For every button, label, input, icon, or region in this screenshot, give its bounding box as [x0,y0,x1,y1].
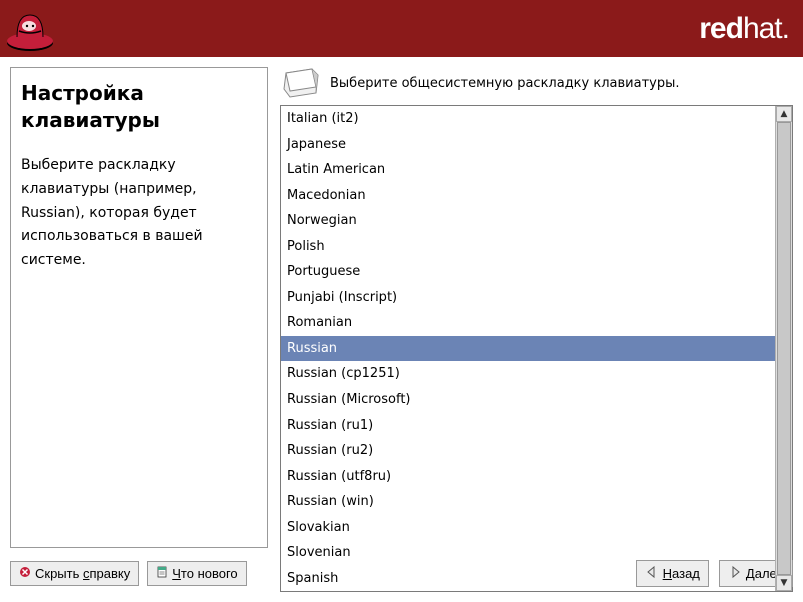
list-item[interactable]: Japanese [281,132,775,158]
arrow-left-icon [645,565,659,582]
redhat-logo-icon [0,0,60,57]
list-item[interactable]: Russian [281,336,775,362]
arrow-right-icon [728,565,742,582]
keyboard-key-icon [282,67,320,99]
right-panel: Выберите общесистемную раскладку клавиат… [280,67,793,548]
close-icon [19,566,31,581]
hide-help-button[interactable]: Скрыть справку [10,561,139,586]
scroll-up-button[interactable]: ▲ [776,106,792,122]
brand-text: redhat. [699,12,789,46]
list-item[interactable]: Latin American [281,157,775,183]
list-item[interactable]: Punjabi (Inscript) [281,285,775,311]
list-item[interactable]: Russian (Microsoft) [281,387,775,413]
list-item[interactable]: Portuguese [281,259,775,285]
main-content: Настройка клавиатуры Выберите раскладку … [0,57,803,554]
back-button[interactable]: Назад [636,560,709,587]
help-panel: Настройка клавиатуры Выберите раскладку … [10,67,268,548]
instruction-text: Выберите общесистемную раскладку клавиат… [330,76,679,91]
scroll-thumb[interactable] [777,122,791,575]
list-item[interactable]: Russian (win) [281,489,775,515]
list-item[interactable]: Macedonian [281,183,775,209]
list-item[interactable]: Russian (utf8ru) [281,464,775,490]
list-item[interactable]: Norwegian [281,208,775,234]
list-item[interactable]: Russian (cp1251) [281,361,775,387]
header-bar: redhat. [0,0,803,57]
list-item[interactable]: Russian (ru2) [281,438,775,464]
keyboard-layout-list[interactable]: Italian (it2)JapaneseLatin AmericanMaced… [281,106,775,591]
instruction-row: Выберите общесистемную раскладку клавиат… [280,67,793,99]
list-item[interactable]: Polish [281,234,775,260]
keyboard-layout-list-container: Italian (it2)JapaneseLatin AmericanMaced… [280,105,793,592]
whats-new-button[interactable]: Что нового [147,561,246,586]
scroll-down-button[interactable]: ▼ [776,575,792,591]
help-body: Выберите раскладку клавиатуры (например,… [21,154,257,273]
list-item[interactable]: Italian (it2) [281,106,775,132]
help-title: Настройка клавиатуры [21,80,257,134]
scrollbar[interactable]: ▲ ▼ [775,106,792,591]
document-icon [156,566,168,581]
list-item[interactable]: Slovakian [281,515,775,541]
list-item[interactable]: Romanian [281,310,775,336]
list-item[interactable]: Russian (ru1) [281,413,775,439]
